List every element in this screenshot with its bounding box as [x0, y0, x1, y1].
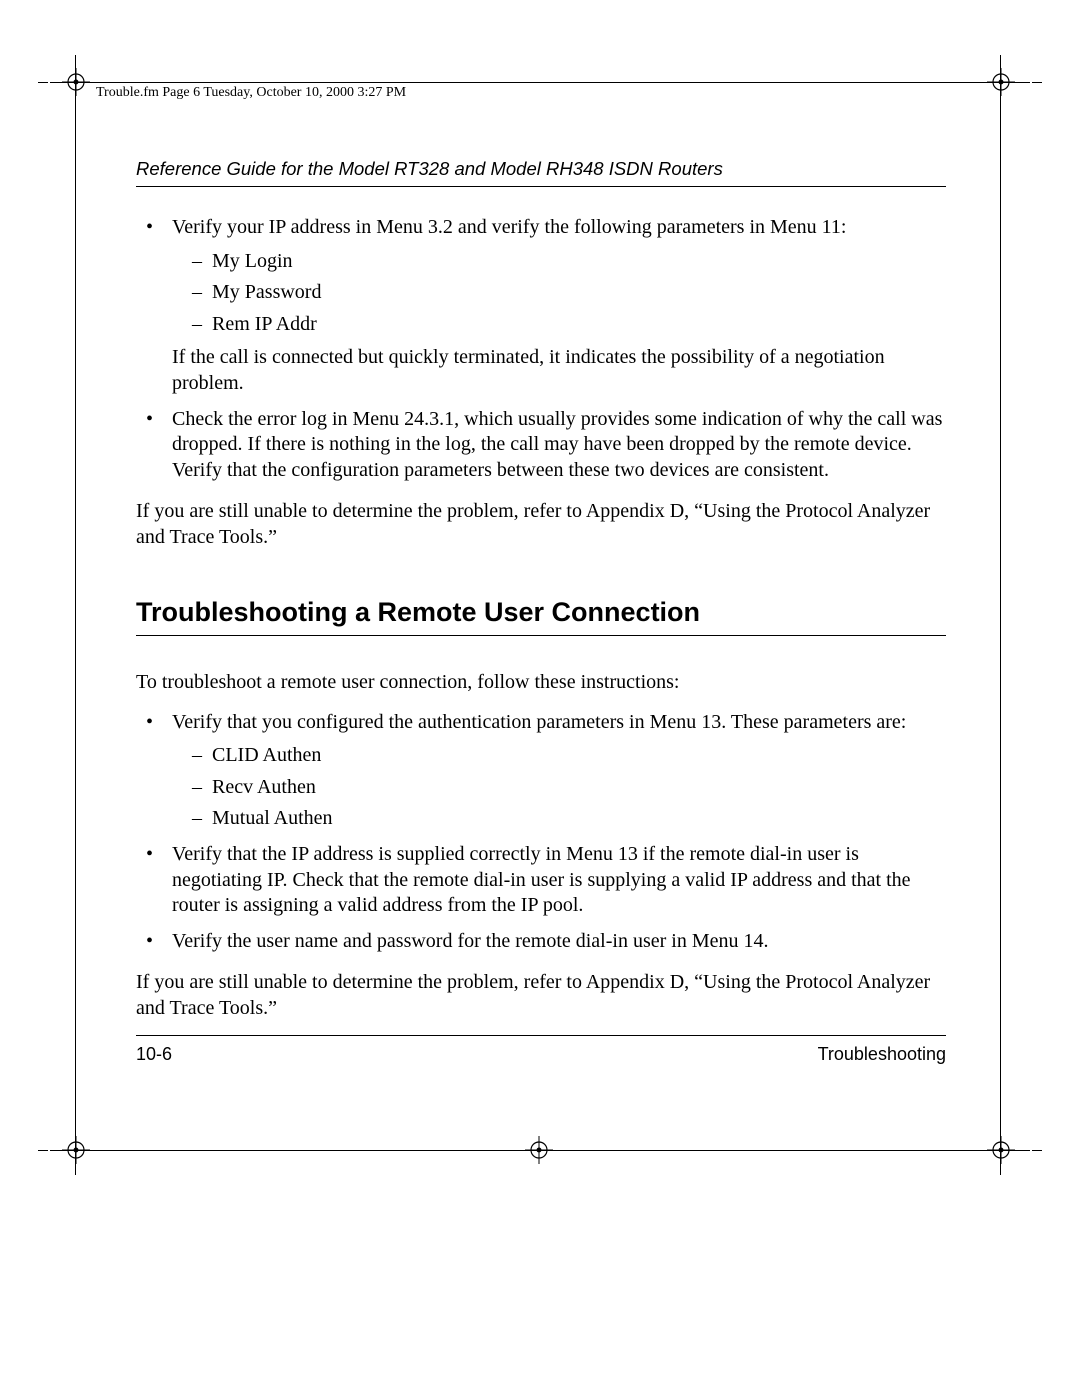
body-text: Verify your IP address in Menu 3.2 and v… [136, 215, 946, 1022]
crop-line-left [75, 55, 76, 1175]
registration-mark-icon [62, 1136, 90, 1164]
list-item: CLID Authen [172, 743, 946, 769]
crop-line-right [1000, 55, 1001, 1175]
paragraph: To troubleshoot a remote user connection… [136, 670, 946, 696]
list-item-continuation: If the call is connected but quickly ter… [172, 345, 946, 396]
page: Trouble.fm Page 6 Tuesday, October 10, 2… [0, 0, 1080, 1397]
framemaker-header: Trouble.fm Page 6 Tuesday, October 10, 2… [96, 85, 406, 101]
list-item: My Login [172, 249, 946, 275]
crop-line-top [50, 82, 1030, 83]
bullet-list: Verify that you configured the authentic… [136, 710, 946, 955]
paragraph: If you are still unable to determine the… [136, 499, 946, 550]
registration-mark-icon [62, 68, 90, 96]
page-content: Reference Guide for the Model RT328 and … [136, 158, 946, 1022]
footer-section-name: Troubleshooting [818, 1044, 946, 1065]
running-header: Reference Guide for the Model RT328 and … [136, 158, 946, 187]
crop-tick [38, 1150, 48, 1151]
list-item: Verify that the IP address is supplied c… [136, 842, 946, 919]
dash-list: My Login My Password Rem IP Addr [172, 249, 946, 338]
section-heading: Troubleshooting a Remote User Connection [136, 595, 946, 637]
list-item: Check the error log in Menu 24.3.1, whic… [136, 407, 946, 484]
registration-mark-icon [987, 68, 1015, 96]
crop-tick [38, 82, 48, 83]
bullet-list: Verify your IP address in Menu 3.2 and v… [136, 215, 946, 483]
registration-mark-icon [987, 1136, 1015, 1164]
list-item: Rem IP Addr [172, 312, 946, 338]
list-item-text: Verify your IP address in Menu 3.2 and v… [172, 216, 846, 238]
list-item: My Password [172, 280, 946, 306]
list-item: Verify that you configured the authentic… [136, 710, 946, 832]
crop-tick [1032, 1150, 1042, 1151]
list-item: Recv Authen [172, 775, 946, 801]
list-item: Verify the user name and password for th… [136, 929, 946, 955]
page-number: 10-6 [136, 1044, 172, 1065]
list-item: Verify your IP address in Menu 3.2 and v… [136, 215, 946, 397]
registration-mark-icon [525, 1136, 553, 1164]
list-item-text: Verify that you configured the authentic… [172, 711, 906, 733]
paragraph: If you are still unable to determine the… [136, 970, 946, 1021]
list-item: Mutual Authen [172, 806, 946, 832]
crop-tick [1032, 82, 1042, 83]
dash-list: CLID Authen Recv Authen Mutual Authen [172, 743, 946, 832]
page-footer: 10-6 Troubleshooting [136, 1035, 946, 1065]
